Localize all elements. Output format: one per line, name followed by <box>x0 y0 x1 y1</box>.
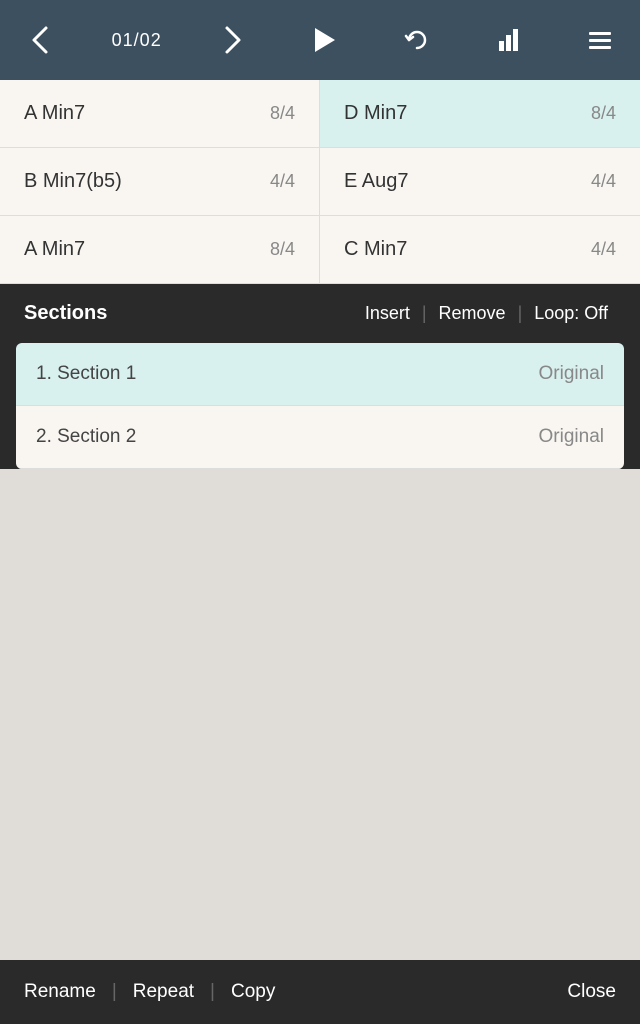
rename-button[interactable]: Rename <box>24 981 96 1003</box>
section-item-type: Original <box>539 426 604 448</box>
chord-name: C Min7 <box>344 238 407 261</box>
section-item-name: 2. Section 2 <box>36 426 136 448</box>
close-button[interactable]: Close <box>567 981 616 1003</box>
undo-button[interactable] <box>397 20 437 60</box>
next-button[interactable] <box>213 20 253 60</box>
chord-name: D Min7 <box>344 102 407 125</box>
section-item[interactable]: 2. Section 2 Original <box>16 406 624 469</box>
chord-cell[interactable]: E Aug7 4/4 <box>320 148 640 216</box>
chord-cell[interactable]: A Min7 8/4 <box>0 80 320 148</box>
chart-icon <box>499 29 518 51</box>
divider: | <box>418 303 431 324</box>
repeat-button[interactable]: Repeat <box>133 981 194 1003</box>
bottom-toolbar: Rename | Repeat | Copy Close <box>0 960 640 1024</box>
chord-time: 8/4 <box>591 103 616 124</box>
chord-grid: A Min7 8/4 D Min7 8/4 B Min7(b5) 4/4 E A… <box>0 80 640 284</box>
divider: | <box>514 303 527 324</box>
prev-button[interactable] <box>20 20 60 60</box>
copy-button[interactable]: Copy <box>231 981 275 1003</box>
chord-cell[interactable]: D Min7 8/4 <box>320 80 640 148</box>
chart-button[interactable] <box>488 20 528 60</box>
menu-button[interactable] <box>580 20 620 60</box>
chord-cell[interactable]: B Min7(b5) 4/4 <box>0 148 320 216</box>
chord-name: A Min7 <box>24 238 85 261</box>
chord-name: A Min7 <box>24 102 85 125</box>
page-indicator: 01/02 <box>112 30 162 51</box>
remove-button[interactable]: Remove <box>431 303 514 324</box>
chord-cell[interactable]: C Min7 4/4 <box>320 216 640 284</box>
sections-empty-area <box>0 469 640 960</box>
chord-time: 8/4 <box>270 103 295 124</box>
chord-name: E Aug7 <box>344 170 409 193</box>
section-item[interactable]: 1. Section 1 Original <box>16 343 624 406</box>
section-item-type: Original <box>539 363 604 385</box>
section-list: 1. Section 1 Original 2. Section 2 Origi… <box>16 343 624 469</box>
divider: | <box>96 981 133 1003</box>
chord-time: 8/4 <box>270 239 295 260</box>
chord-cell[interactable]: A Min7 8/4 <box>0 216 320 284</box>
sections-title: Sections <box>24 302 357 325</box>
chord-time: 4/4 <box>591 171 616 192</box>
insert-button[interactable]: Insert <box>357 303 418 324</box>
loop-button[interactable]: Loop: Off <box>526 303 616 324</box>
sections-panel: Sections Insert | Remove | Loop: Off 1. … <box>0 284 640 469</box>
divider: | <box>194 981 231 1003</box>
sections-header: Sections Insert | Remove | Loop: Off <box>0 284 640 343</box>
chord-name: B Min7(b5) <box>24 170 122 193</box>
play-button[interactable] <box>305 20 345 60</box>
bars-icon <box>589 32 611 49</box>
chord-time: 4/4 <box>270 171 295 192</box>
section-item-name: 1. Section 1 <box>36 363 136 385</box>
top-nav: 01/02 <box>0 0 640 80</box>
play-icon <box>315 28 335 52</box>
chord-time: 4/4 <box>591 239 616 260</box>
